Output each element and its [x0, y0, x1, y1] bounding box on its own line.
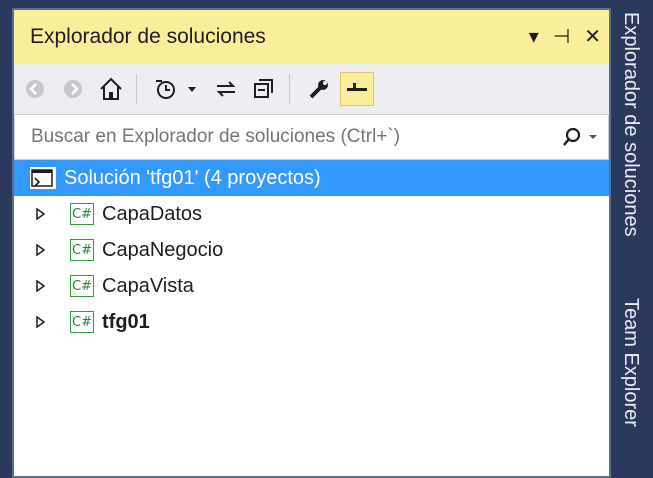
toolbar-separator: [289, 74, 290, 104]
history-button[interactable]: [149, 72, 205, 106]
expand-arrow-icon[interactable]: [32, 241, 50, 259]
history-icon: [156, 80, 196, 99]
back-icon: [26, 80, 44, 98]
project-label: CapaDatos: [102, 202, 203, 225]
search-box[interactable]: [14, 114, 609, 160]
pin-active-icon: [347, 83, 367, 91]
csharp-project-icon: C#: [70, 275, 94, 297]
csharp-project-icon: C#: [70, 311, 94, 333]
expand-arrow-icon[interactable]: [32, 277, 50, 295]
panel-title-bar: Explorador de soluciones ▾ ⊣ ✕: [14, 10, 609, 64]
collapse-all-button[interactable]: [247, 72, 281, 106]
window-buttons: ▾ ⊣ ✕: [529, 24, 601, 49]
solution-label: Solución 'tfg01' (4 proyectos): [64, 166, 321, 189]
toolbar: [14, 64, 609, 114]
project-label: tfg01: [102, 310, 150, 333]
csharp-project-icon: C#: [70, 239, 94, 261]
solution-explorer-panel: Explorador de soluciones ▾ ⊣ ✕ Buscar en…: [12, 8, 611, 478]
panel-title: Explorador de soluciones: [30, 25, 266, 48]
tree-item-project[interactable]: C# CapaNegocio: [14, 232, 609, 268]
side-tab-team-explorer[interactable]: Team Explorer: [619, 298, 642, 427]
back-button[interactable]: [18, 72, 52, 106]
csharp-project-icon: C#: [70, 203, 94, 225]
search-input[interactable]: [15, 125, 553, 149]
project-label: CapaVista: [102, 274, 194, 297]
solution-icon: [30, 167, 56, 189]
side-tab-solution-explorer[interactable]: Explorador de soluciones: [619, 12, 642, 237]
wrench-icon: [309, 80, 328, 99]
forward-button[interactable]: [56, 72, 90, 106]
home-button[interactable]: [94, 72, 128, 106]
collapse-all-icon: [254, 79, 273, 98]
dropdown-arrow-icon[interactable]: ▾: [529, 24, 539, 49]
sync-icon: [216, 81, 236, 97]
expand-arrow-icon[interactable]: [32, 205, 50, 223]
toolbar-separator: [136, 74, 137, 104]
tree-item-project[interactable]: C# CapaVista: [14, 268, 609, 304]
expand-arrow-icon[interactable]: [32, 313, 50, 331]
project-label: CapaNegocio: [102, 238, 224, 261]
forward-icon: [64, 80, 82, 98]
tree-item-project[interactable]: C# CapaDatos: [14, 196, 609, 232]
close-icon[interactable]: ✕: [584, 24, 601, 49]
search-icon[interactable]: [562, 127, 582, 147]
pin-icon[interactable]: ⊣: [553, 24, 570, 49]
pin-active-button[interactable]: [340, 72, 374, 106]
home-icon: [100, 77, 122, 100]
tree-item-project-startup[interactable]: C# tfg01: [14, 304, 609, 340]
side-tab-strip: Explorador de soluciones Team Explorer: [611, 8, 653, 478]
properties-button[interactable]: [302, 72, 336, 106]
tree-item-solution[interactable]: Solución 'tfg01' (4 proyectos): [14, 160, 609, 196]
search-options-chevron-icon[interactable]: [588, 132, 598, 142]
solution-tree: Solución 'tfg01' (4 proyectos) C# CapaDa…: [14, 160, 609, 340]
search-controls: [562, 127, 598, 147]
sync-button[interactable]: [209, 72, 243, 106]
